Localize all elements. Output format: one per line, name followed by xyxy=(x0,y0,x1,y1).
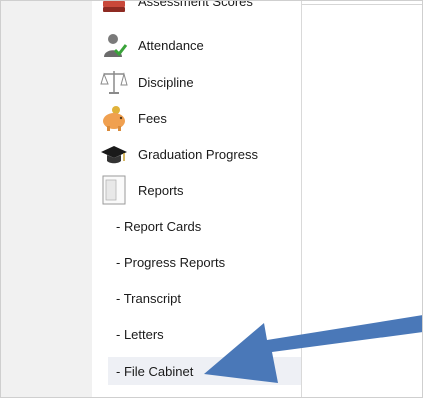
report-link-label: - Letters xyxy=(116,326,164,342)
sidebar-item-label: Assessment Scores xyxy=(138,0,253,9)
report-link-label: - File Cabinet xyxy=(116,363,194,379)
sidebar-item-label: Graduation Progress xyxy=(138,146,258,162)
document-icon xyxy=(100,175,128,205)
report-link-progress-reports[interactable]: - Progress Reports xyxy=(108,248,301,276)
sidebar-item-label: Attendance xyxy=(138,37,204,53)
sidebar-item-label: Discipline xyxy=(138,74,194,90)
sidebar-item-label: Fees xyxy=(138,110,167,126)
report-link-letters[interactable]: - Letters xyxy=(108,320,301,348)
person-check-icon xyxy=(100,31,128,59)
report-link-report-cards[interactable]: - Report Cards xyxy=(108,212,301,240)
left-gutter xyxy=(0,0,93,398)
sidebar-item-graduation-progress[interactable]: Graduation Progress xyxy=(100,139,258,169)
scales-icon xyxy=(100,68,128,96)
report-link-transcript[interactable]: - Transcript xyxy=(108,284,301,312)
sidebar-item-label: Reports xyxy=(138,182,184,198)
sidebar-nav: Assessment Scores Attendance Discipline xyxy=(92,0,302,398)
sidebar-item-reports[interactable]: Reports xyxy=(100,175,184,205)
report-link-label: - Progress Reports xyxy=(116,254,226,270)
graduation-cap-icon xyxy=(100,140,128,168)
sidebar-item-discipline[interactable]: Discipline xyxy=(100,67,194,97)
report-link-label: - Report Cards xyxy=(116,218,202,234)
content-top-border xyxy=(301,4,423,5)
sidebar-item-fees[interactable]: Fees xyxy=(100,103,167,133)
book-stack-icon xyxy=(100,0,128,15)
sidebar-item-assessment-scores[interactable]: Assessment Scores xyxy=(100,0,253,16)
sidebar-item-attendance[interactable]: Attendance xyxy=(100,30,204,60)
report-link-file-cabinet[interactable]: - File Cabinet xyxy=(108,357,301,385)
report-link-label: - Transcript xyxy=(116,290,182,306)
piggy-bank-icon xyxy=(100,104,128,132)
